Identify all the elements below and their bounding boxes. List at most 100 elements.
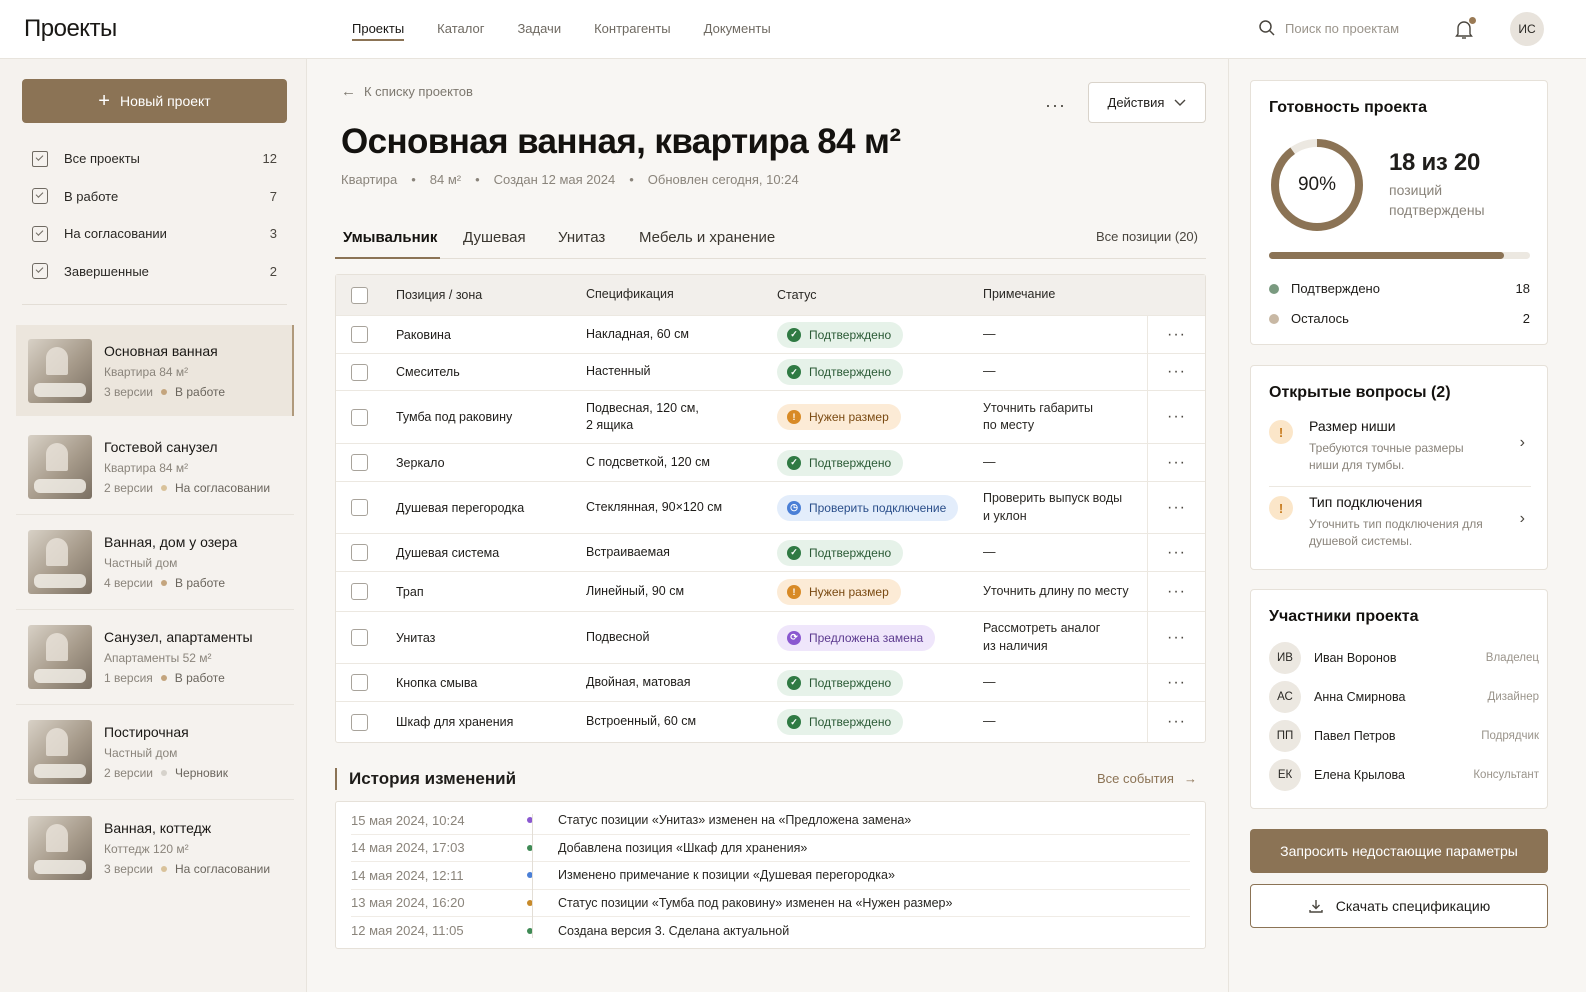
status-badge: ✓ Подтверждено [777,669,904,696]
status-label: Проверить подключение [809,500,947,515]
table-row[interactable]: Раковина Накладная, 60 см ✓ Подтверждено — ··… [336,316,1205,354]
question-item[interactable]: ! Тип подключения Уточнить тип подключен… [1269,494,1531,551]
position-note: Рассмотреть аналог из наличия [983,621,1101,653]
zone-tabs: Умывальник Душевая Унитаз Мебель и хране… [335,219,1206,259]
project-item[interactable]: Гостевой санузел Квартира 84 м² 2 версии… [16,420,294,515]
row-checkbox[interactable] [351,363,368,381]
table-row[interactable]: Зеркало С подсветкой, 120 см ✓ Подтверждено… [336,444,1205,482]
row-menu-button[interactable]: ··· [1147,572,1205,611]
row-checkbox[interactable] [351,583,368,600]
row-checkbox[interactable] [351,326,368,343]
event-text: Создана версия 3. Сделана актуальной [558,923,790,938]
filter-all-projects[interactable]: Все проекты 12 [22,140,287,178]
history-item: 14 мая 2024, 17:03 Добавлена позиция «Шка… [351,835,1190,862]
new-project-button[interactable]: + Новый проект [22,79,287,123]
search-input[interactable]: Поиск по проектам [1258,19,1399,37]
project-versions: 2 версии [104,766,154,780]
project-item[interactable]: Основная ванная Квартира 84 м² 3 версии В… [16,325,294,416]
row-checkbox[interactable] [351,674,368,691]
event-time: 12 мая 2024, 11:05 [351,923,464,939]
project-item[interactable]: Санузел, апартаменты Апартаменты 52 м² 1… [16,610,294,705]
row-menu-button[interactable]: ··· [1147,702,1205,742]
filter-count: 12 [262,151,277,167]
row-menu-button[interactable]: ··· [1147,316,1205,353]
position-note: Уточнить габариты по месту [983,400,1094,433]
row-menu-button[interactable]: ··· [1147,444,1205,481]
status-label: Нужен размер [809,584,889,599]
project-filters: Все проекты 12 В работе 7 На согласовани… [22,140,287,290]
plus-icon: + [98,90,110,112]
table-row[interactable]: Унитаз Подвесной ⟳ Предложена замена Рассмот… [336,612,1205,664]
position-note: — [983,454,996,469]
project-list: Основная ванная Квартира 84 м² 3 версии В… [16,325,294,895]
readiness-progress-bar [1269,252,1530,259]
table-row[interactable]: Трап Линейный, 90 см! Нужен размер Уточнить… [336,572,1205,612]
project-item[interactable]: Ванная, дом у озера Частный дом 4 версии… [16,515,294,610]
request-parameters-button[interactable]: Запросить недостающие параметры [1250,829,1548,873]
member-role: Подрядчик [1481,730,1539,742]
row-menu-button[interactable]: ··· [1147,391,1205,443]
divider [1269,486,1531,487]
actions-label: Действия [1107,95,1165,110]
positions-table: Позиция / зона Спецификация Статус Приме… [335,274,1206,743]
row-menu-button[interactable]: ··· [1147,664,1205,701]
warning-icon: ! [1269,496,1293,520]
member-row[interactable]: ЕК Елена Крылова Консультант [1269,759,1539,791]
member-name: Анна Смирнова [1314,690,1406,704]
row-checkbox[interactable] [351,499,368,516]
nav-catalog[interactable]: Каталог [437,0,484,58]
back-to-projects-link[interactable]: ← К списку проектов [341,83,473,100]
all-events-link[interactable]: Все события → [1097,771,1197,786]
meta-separator: • [475,172,480,187]
project-item[interactable]: Постирочная Частный дом 2 версии Черновик [16,705,294,800]
row-checkbox[interactable] [351,454,368,471]
filter-count: 7 [269,188,277,204]
project-item[interactable]: Ванная, коттедж Коттедж 120 м² 3 версии Н… [16,800,294,895]
project-thumbnail [28,625,92,689]
table-row[interactable]: Кнопка смыва Двойная, матовая ✓ Подтвержден… [336,664,1205,702]
row-menu-button[interactable]: ··· [1147,482,1205,533]
alert-icon: ! [787,410,801,424]
table-row[interactable]: Душевая перегородка Стеклянная, 90×120 см… [336,482,1205,534]
table-row[interactable]: Тумба под раковину Подвесная, 120 см, 2 я… [336,391,1205,444]
status-dot [161,865,168,872]
table-row[interactable]: Шкаф для хранения Встроенный, 60 см ✓ Подтв… [336,702,1205,742]
tab-shower[interactable]: Душевая [463,229,526,246]
member-row[interactable]: ИВ Иван Воронов Владелец [1269,642,1539,674]
tab-toilet[interactable]: Унитаз [558,229,605,246]
row-menu-button[interactable]: ··· [1147,534,1205,571]
row-menu-button[interactable]: ··· [1147,612,1205,663]
filter-on-approval[interactable]: На согласовании 3 [22,215,287,253]
filter-label: Завершенные [64,263,149,279]
filter-completed[interactable]: Завершенные 2 [22,253,287,291]
tab-washbasin[interactable]: Умывальник [343,229,437,246]
nav-contractors[interactable]: Контрагенты [594,0,671,58]
member-row[interactable]: ПП Павел Петров Подрядчик [1269,720,1539,752]
nav-tasks[interactable]: Задачи [517,0,561,58]
nav-documents[interactable]: Документы [704,0,771,58]
row-checkbox[interactable] [351,544,368,561]
member-row[interactable]: АС Анна Смирнова Дизайнер [1269,681,1539,713]
row-checkbox[interactable] [351,713,368,731]
row-checkbox[interactable] [351,629,368,646]
all-positions-link[interactable]: Все позиции (20) [1096,229,1198,244]
nav-projects[interactable]: Проекты [352,0,405,58]
filter-in-progress[interactable]: В работе 7 [22,178,287,216]
user-avatar[interactable]: ИС [1510,12,1544,46]
select-all-checkbox[interactable] [351,286,368,304]
chevron-right-icon: › [1519,510,1525,527]
tab-furniture[interactable]: Мебель и хранение [639,229,775,246]
table-row[interactable]: Смеситель Настенный ✓ Подтверждено — ··· [336,354,1205,391]
more-options-button[interactable]: ··· [1045,95,1066,116]
row-checkbox[interactable] [351,408,368,426]
notifications-button[interactable] [1452,17,1476,41]
question-item[interactable]: ! Размер ниши Требуются точные размеры н… [1269,418,1531,475]
new-project-label: Новый проект [119,93,211,109]
status-dot [161,388,168,395]
status-badge: ✓ Подтверждено [777,709,904,735]
open-questions-card: Открытые вопросы (2) ! Размер ниши Требу… [1250,365,1548,570]
actions-dropdown[interactable]: Действия [1088,82,1206,123]
download-spec-button[interactable]: Скачать спецификацию [1250,884,1548,928]
row-menu-button[interactable]: ··· [1147,354,1205,390]
table-row[interactable]: Душевая система Встраиваемая ✓ Подтверждено… [336,534,1205,572]
